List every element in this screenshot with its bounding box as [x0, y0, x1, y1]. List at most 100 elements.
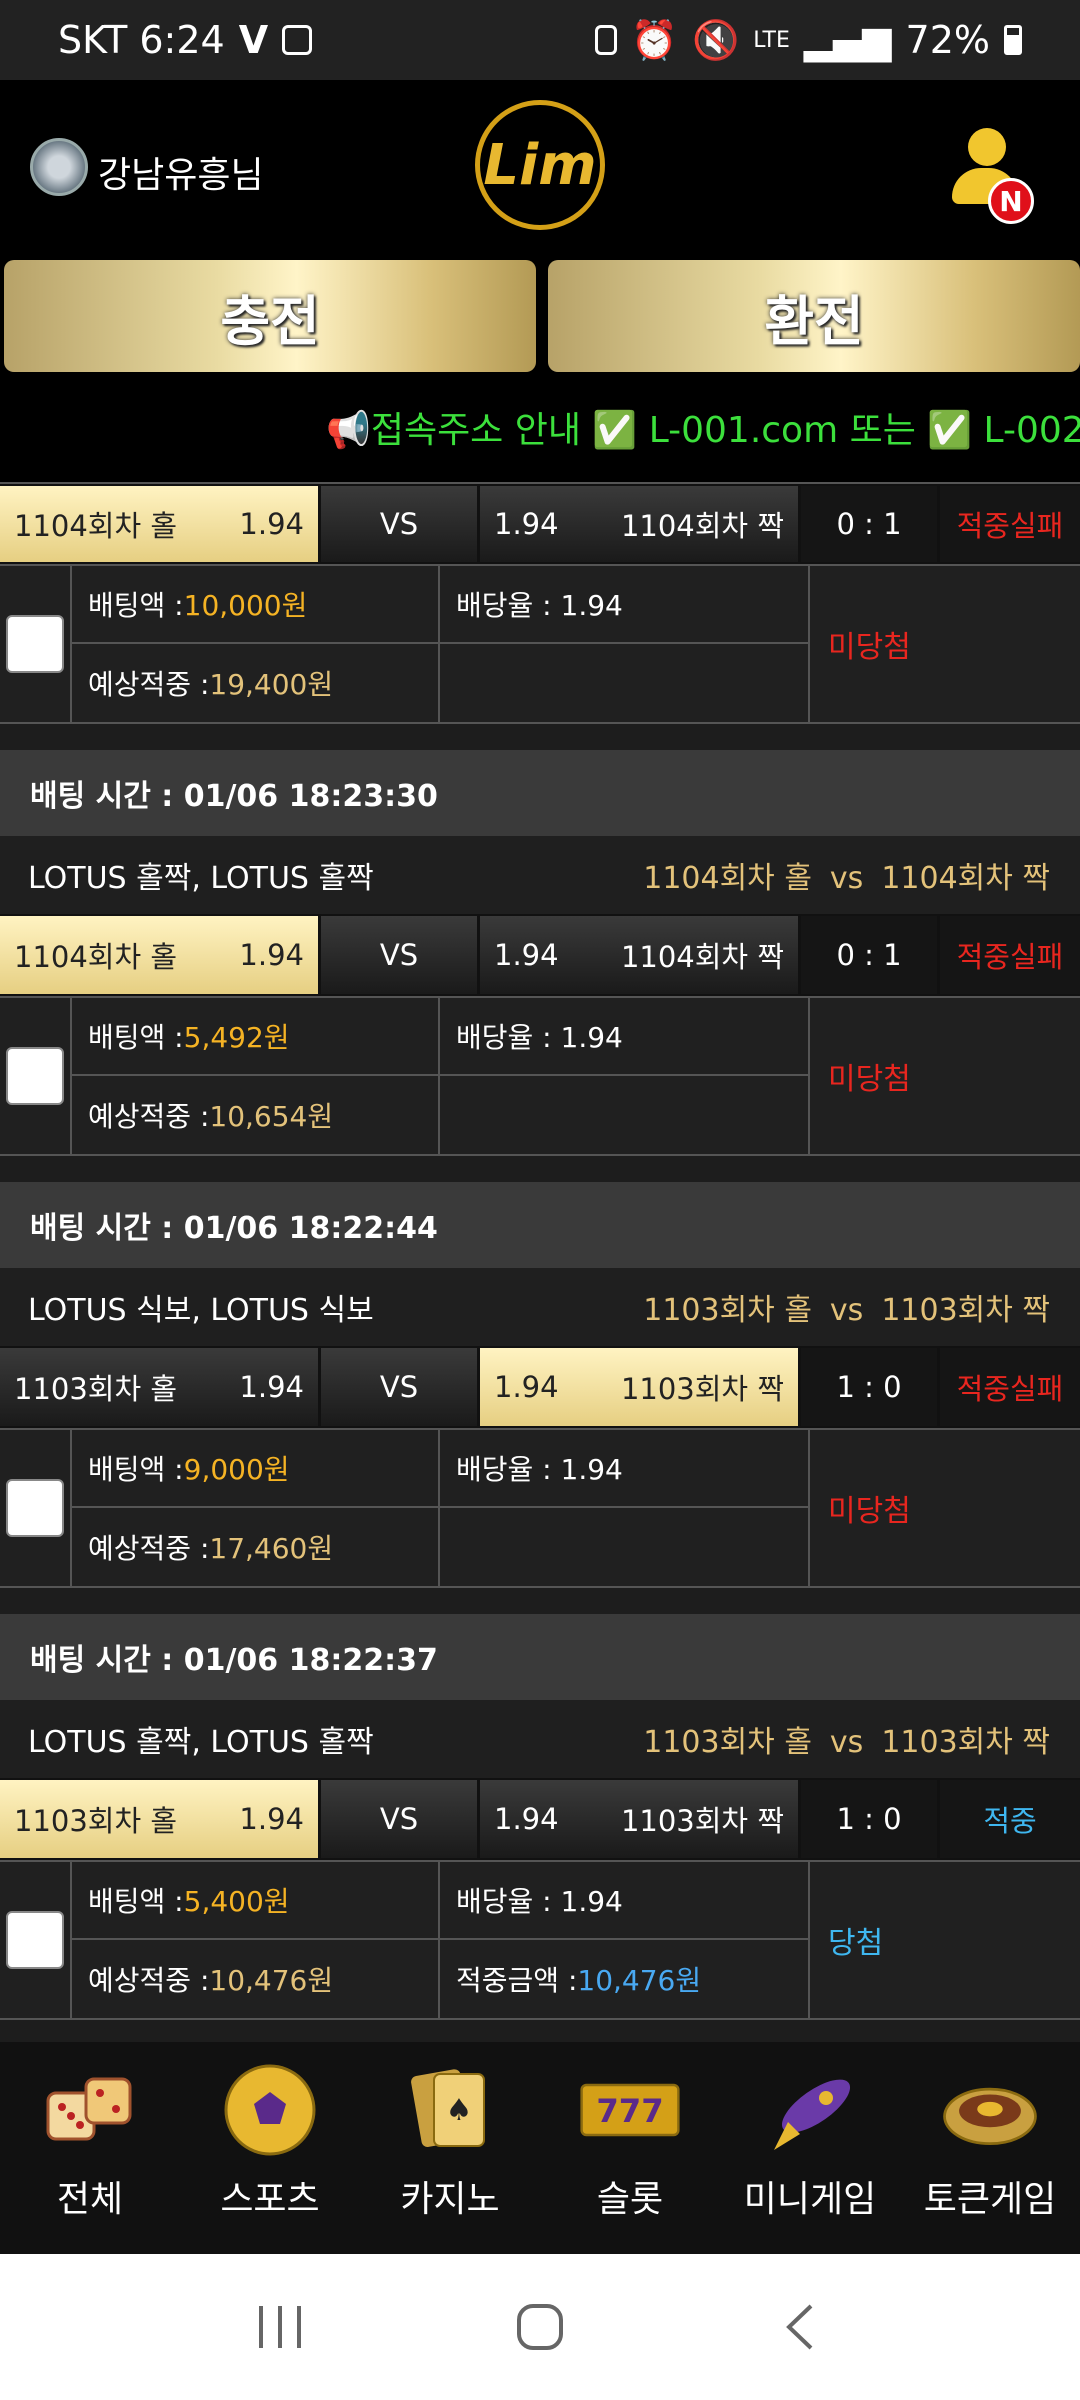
score: 0 : 1: [801, 916, 937, 994]
nav-slot[interactable]: 777 슬롯: [540, 2042, 720, 2254]
outcome-label: 미당첨: [828, 1494, 911, 1529]
dice-icon: [40, 2060, 140, 2160]
network-label: LTE: [753, 27, 790, 53]
bet-time: 배팅 시간 : 01/06 18:22:44: [0, 1182, 1080, 1268]
battery-percent: 72%: [905, 18, 990, 62]
odds: 배당율 : 1.94: [440, 1430, 808, 1508]
result-label: 적중실패: [940, 1348, 1080, 1426]
user-profile-icon[interactable]: N: [950, 128, 1034, 224]
home-pick: 1103회차 홀 1.94: [0, 1780, 318, 1858]
bet-amount: 배팅액 : 5,400원: [72, 1862, 440, 1940]
withdraw-button[interactable]: 환전: [548, 260, 1080, 372]
score: 1 : 0: [801, 1780, 937, 1858]
result-label: 적중: [940, 1780, 1080, 1858]
score: 0 : 1: [801, 486, 937, 562]
soccer-ball-icon: [220, 2060, 320, 2160]
pick-row: 1103회차 홀 1.94 VS 1.94 1103회차 짝 1 : 0 적중: [0, 1778, 1080, 1860]
notice-marquee: 📢접속주소 안내 ✅ L-001.com 또는 ✅ L-002.com: [0, 372, 1080, 482]
roulette-icon: [940, 2060, 1040, 2160]
pick-row: 1104회차 홀 1.94 VS 1.94 1104회차 짝 0 : 1 적중실패: [0, 482, 1080, 564]
bet-time: 배팅 시간 : 01/06 18:22:37: [0, 1614, 1080, 1700]
battery-icon: [1004, 25, 1022, 55]
result-label: 적중실패: [940, 486, 1080, 562]
pick-row: 1103회차 홀 1.94 VS 1.94 1103회차 짝 1 : 0 적중실패: [0, 1346, 1080, 1428]
outcome-label: 미당첨: [828, 630, 911, 665]
home-pick: 1104회차 홀 1.94: [0, 486, 318, 562]
game-title: LOTUS 홀짝, LOTUS 홀짝: [28, 1725, 374, 1760]
match-label: 1103회차 홀 vs 1103회차 짝: [643, 1725, 1050, 1760]
away-pick: 1.94 1104회차 짝: [480, 916, 798, 994]
outcome-label: 당첨: [828, 1926, 884, 1961]
home-pick: 1103회차 홀 1.94: [0, 1348, 318, 1426]
odds: 배당율 : 1.94: [440, 566, 808, 644]
bet-amount: 배팅액 : 10,000원: [72, 566, 440, 644]
mute-icon: 🔇: [691, 17, 740, 62]
action-buttons: 충전 환전: [0, 260, 1080, 372]
match-label: 1104회차 홀 vs 1104회차 짝: [643, 861, 1050, 896]
site-logo[interactable]: Lim: [475, 100, 605, 230]
username[interactable]: 강남유흥님: [98, 146, 264, 198]
game-row: LOTUS 홀짝, LOTUS 홀짝 1103회차 홀 vs 1103회차 짝: [0, 1700, 1080, 1778]
select-checkbox[interactable]: [6, 1047, 64, 1105]
nav-all[interactable]: 전체: [0, 2042, 180, 2254]
bet-detail: 배팅액 : 9,000원 배당율 : 1.94 예상적중 : 17,460원 미…: [0, 1428, 1080, 1588]
nav-token-game[interactable]: 토큰게임: [900, 2042, 1080, 2254]
bet-amount: 배팅액 : 5,492원: [72, 998, 440, 1076]
home-icon[interactable]: [500, 2287, 580, 2367]
game-row: LOTUS 홀짝, LOTUS 홀짝 1104회차 홀 vs 1104회차 짝: [0, 836, 1080, 914]
status-bar: SKT 6:24 Ⅴ ⏰ 🔇 LTE ▂▄▆ 72%: [0, 0, 1080, 80]
bet-detail: 배팅액 : 5,400원 배당율 : 1.94 예상적중 : 10,476원 적…: [0, 1860, 1080, 2020]
away-pick: 1.94 1103회차 짝: [480, 1780, 798, 1858]
deposit-button[interactable]: 충전: [4, 260, 536, 372]
expected-win: 예상적중 : 10,476원: [72, 1940, 440, 2018]
bet-history-list[interactable]: 1104회차 홀 1.94 VS 1.94 1104회차 짝 0 : 1 적중실패 …: [0, 482, 1080, 2042]
bet-amount: 배팅액 : 9,000원: [72, 1430, 440, 1508]
svg-text:777: 777: [596, 2092, 663, 2130]
svg-text:♠: ♠: [446, 2093, 473, 2128]
match-label: 1103회차 홀 vs 1103회차 짝: [643, 1293, 1050, 1328]
carrier-time: SKT 6:24: [58, 18, 225, 62]
vs-label: VS: [321, 1780, 477, 1858]
select-checkbox[interactable]: [6, 615, 64, 673]
app-header: 강남유흥님 Lim N: [0, 80, 1080, 260]
slot-777-icon: 777: [580, 2060, 680, 2160]
nav-minigame[interactable]: 미니게임: [720, 2042, 900, 2254]
select-checkbox[interactable]: [6, 1479, 64, 1537]
pick-row: 1104회차 홀 1.94 VS 1.94 1104회차 짝 0 : 1 적중실패: [0, 914, 1080, 996]
expected-win: 예상적중 : 17,460원: [72, 1508, 440, 1586]
bet-detail: 배팅액 : 10,000원 배당율 : 1.94 예상적중 : 19,400원 …: [0, 564, 1080, 724]
gallery-icon: [282, 25, 313, 55]
game-title: LOTUS 홀짝, LOTUS 홀짝: [28, 861, 374, 896]
vs-label: VS: [321, 486, 477, 562]
odds: 배당율 : 1.94: [440, 998, 808, 1076]
odds: 배당율 : 1.94: [440, 1862, 808, 1940]
score: 1 : 0: [801, 1348, 937, 1426]
win-amount: [440, 1076, 808, 1154]
rocket-icon: [760, 2060, 860, 2160]
away-pick: 1.94 1103회차 짝: [480, 1348, 798, 1426]
away-pick: 1.94 1104회차 짝: [480, 486, 798, 562]
vpn-icon: Ⅴ: [238, 18, 269, 62]
cards-icon: ♠: [400, 2060, 500, 2160]
bottom-navigation: 전체 스포츠 ♠ 카지노 777 슬롯 미니게임 토큰게임: [0, 2042, 1080, 2254]
notification-badge: N: [988, 178, 1034, 224]
bet-detail: 배팅액 : 5,492원 배당율 : 1.94 예상적중 : 10,654원 미…: [0, 996, 1080, 1156]
win-amount: [440, 1508, 808, 1586]
nfc-icon: [594, 25, 617, 55]
game-row: LOTUS 식보, LOTUS 식보 1103회차 홀 vs 1103회차 짝: [0, 1268, 1080, 1346]
outcome-label: 미당첨: [828, 1062, 911, 1097]
nav-casino[interactable]: ♠ 카지노: [360, 2042, 540, 2254]
game-title: LOTUS 식보, LOTUS 식보: [28, 1293, 374, 1328]
expected-win: 예상적중 : 19,400원: [72, 644, 440, 722]
result-label: 적중실패: [940, 916, 1080, 994]
system-navigation-bar: [0, 2254, 1080, 2400]
recent-apps-icon[interactable]: [240, 2287, 320, 2367]
win-amount: 적중금액 : 10,476원: [456, 1964, 702, 1997]
expected-win: 예상적중 : 10,654원: [72, 1076, 440, 1154]
signal-icon: ▂▄▆: [803, 18, 892, 62]
nav-sports[interactable]: 스포츠: [180, 2042, 360, 2254]
back-icon[interactable]: [760, 2287, 840, 2367]
select-checkbox[interactable]: [6, 1911, 64, 1969]
alarm-icon: ⏰: [630, 17, 678, 62]
vs-label: VS: [321, 1348, 477, 1426]
